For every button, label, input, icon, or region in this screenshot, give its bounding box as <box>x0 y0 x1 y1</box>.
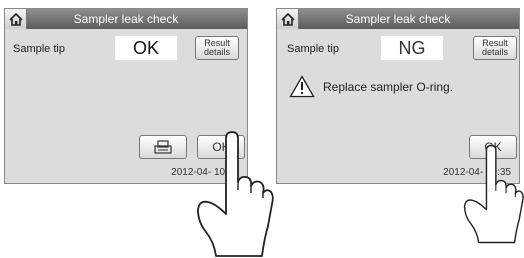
printer-icon <box>154 140 172 154</box>
warning-message-text: Replace sampler O-ring. <box>323 79 454 94</box>
home-button[interactable] <box>5 9 27 29</box>
status-ok: OK <box>115 36 177 60</box>
sample-tip-label: Sample tip <box>13 43 65 55</box>
status-ng: NG <box>381 36 443 60</box>
result-details-button[interactable]: Result details <box>473 36 517 60</box>
screen-title: Sampler leak check <box>345 12 451 26</box>
pointing-hand-icon <box>197 131 274 257</box>
warning-icon <box>289 75 315 98</box>
result-details-button[interactable]: Result details <box>195 36 239 60</box>
home-button[interactable] <box>277 9 299 29</box>
result-details-line2: details <box>203 47 230 57</box>
title-bar: Sampler leak check <box>5 9 247 29</box>
result-details-line2: details <box>481 47 508 57</box>
home-icon <box>8 12 23 26</box>
title-bar: Sampler leak check <box>277 9 519 29</box>
screen-title: Sampler leak check <box>73 12 179 26</box>
pointing-hand-icon <box>463 144 524 244</box>
warning-message: Replace sampler O-ring. <box>289 75 453 98</box>
home-icon <box>280 12 295 26</box>
sample-tip-label: Sample tip <box>287 43 339 55</box>
print-button[interactable] <box>139 135 187 159</box>
